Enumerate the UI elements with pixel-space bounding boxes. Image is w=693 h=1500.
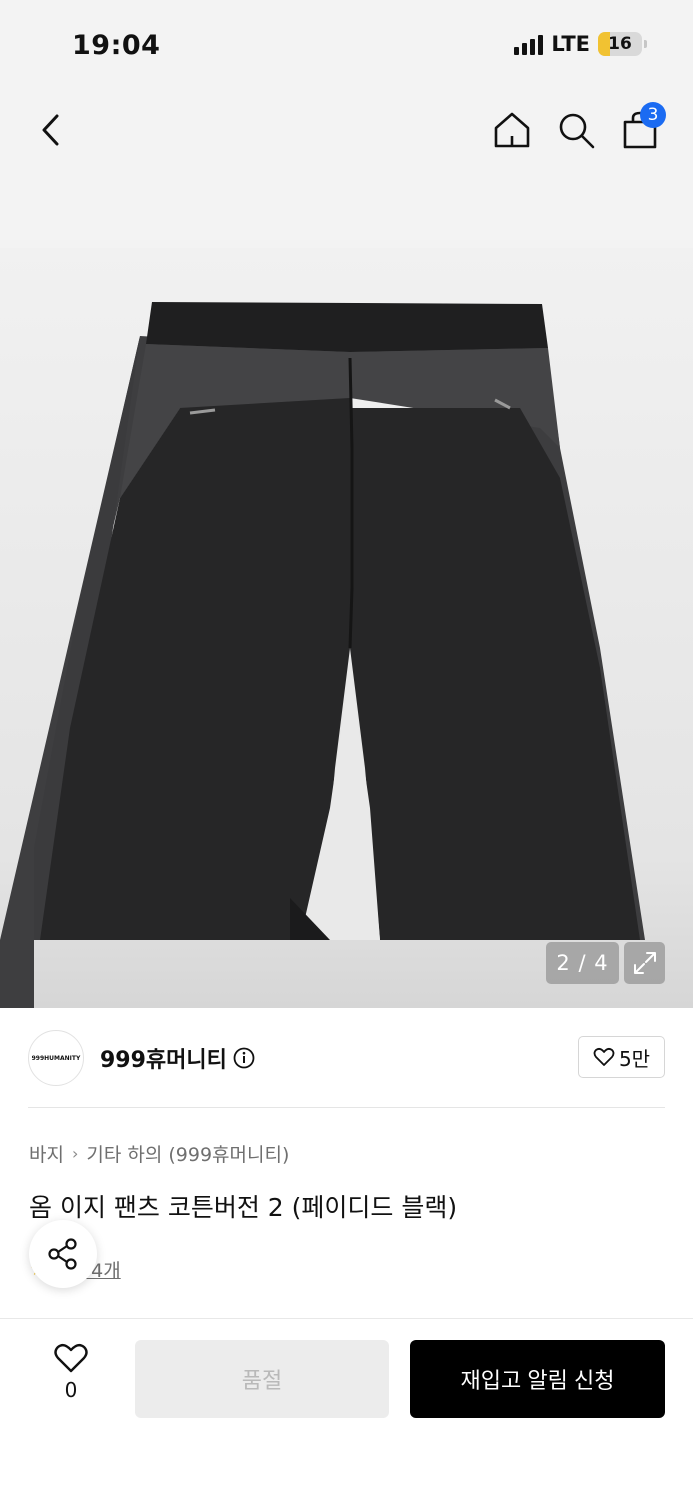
brand-name: 999휴머니티 xyxy=(100,1048,227,1073)
info-icon[interactable] xyxy=(233,1047,255,1069)
brand-name-link[interactable]: 999휴머니티 xyxy=(100,1042,255,1074)
wishlist-button[interactable]: 0 xyxy=(44,1342,98,1412)
image-page-indicator: 2 / 4 xyxy=(546,942,619,984)
expand-image-button[interactable] xyxy=(624,942,665,984)
breadcrumb: 바지 › 기타 하의 (999휴머니티) xyxy=(29,1140,289,1167)
home-button[interactable] xyxy=(490,108,534,152)
product-photo xyxy=(0,248,693,1008)
search-icon xyxy=(559,113,595,149)
breadcrumb-subcategory[interactable]: 기타 하의 (999휴머니티) xyxy=(86,1140,289,1167)
share-button[interactable] xyxy=(29,1220,97,1288)
restock-alert-button[interactable]: 재입고 알림 신청 xyxy=(410,1340,665,1418)
status-time: 19:04 xyxy=(72,30,161,61)
back-button[interactable] xyxy=(30,110,70,150)
bottom-bar-divider xyxy=(0,1318,693,1319)
brand-row: 999HUMANITY 999휴머니티 5만 xyxy=(28,1030,665,1086)
battery-level: 16 xyxy=(608,34,632,54)
nav-header: 3 xyxy=(0,90,693,248)
brand-like-button[interactable]: 5만 xyxy=(578,1036,665,1078)
battery-cap xyxy=(644,40,647,48)
network-type: LTE xyxy=(551,32,590,56)
breadcrumb-category[interactable]: 바지 xyxy=(29,1140,64,1167)
product-image-carousel[interactable]: 2 / 4 xyxy=(0,248,693,1008)
chevron-right-icon: › xyxy=(71,1144,79,1163)
expand-icon xyxy=(633,952,656,974)
brand-logo[interactable]: 999HUMANITY xyxy=(28,1030,84,1086)
home-icon xyxy=(494,112,530,148)
status-indicators: LTE 16 xyxy=(514,32,647,56)
cart-count-badge: 3 xyxy=(640,102,666,128)
product-title: 옴 이지 팬츠 코튼버전 2 (페이디드 블랙) xyxy=(29,1193,458,1222)
heart-icon xyxy=(54,1343,88,1373)
cart-button[interactable]: 3 xyxy=(618,102,666,152)
section-divider xyxy=(28,1107,665,1108)
chevron-left-icon xyxy=(42,114,59,146)
battery-icon: 16 xyxy=(598,32,642,56)
heart-icon xyxy=(593,1047,615,1066)
signal-icon xyxy=(514,33,544,55)
wishlist-count: 0 xyxy=(64,1378,78,1402)
search-button[interactable] xyxy=(554,108,598,152)
soldout-button: 품절 xyxy=(135,1340,389,1418)
brand-like-count: 5만 xyxy=(618,1046,651,1071)
status-bar: 19:04 LTE 16 xyxy=(0,0,693,90)
share-icon xyxy=(48,1238,77,1270)
